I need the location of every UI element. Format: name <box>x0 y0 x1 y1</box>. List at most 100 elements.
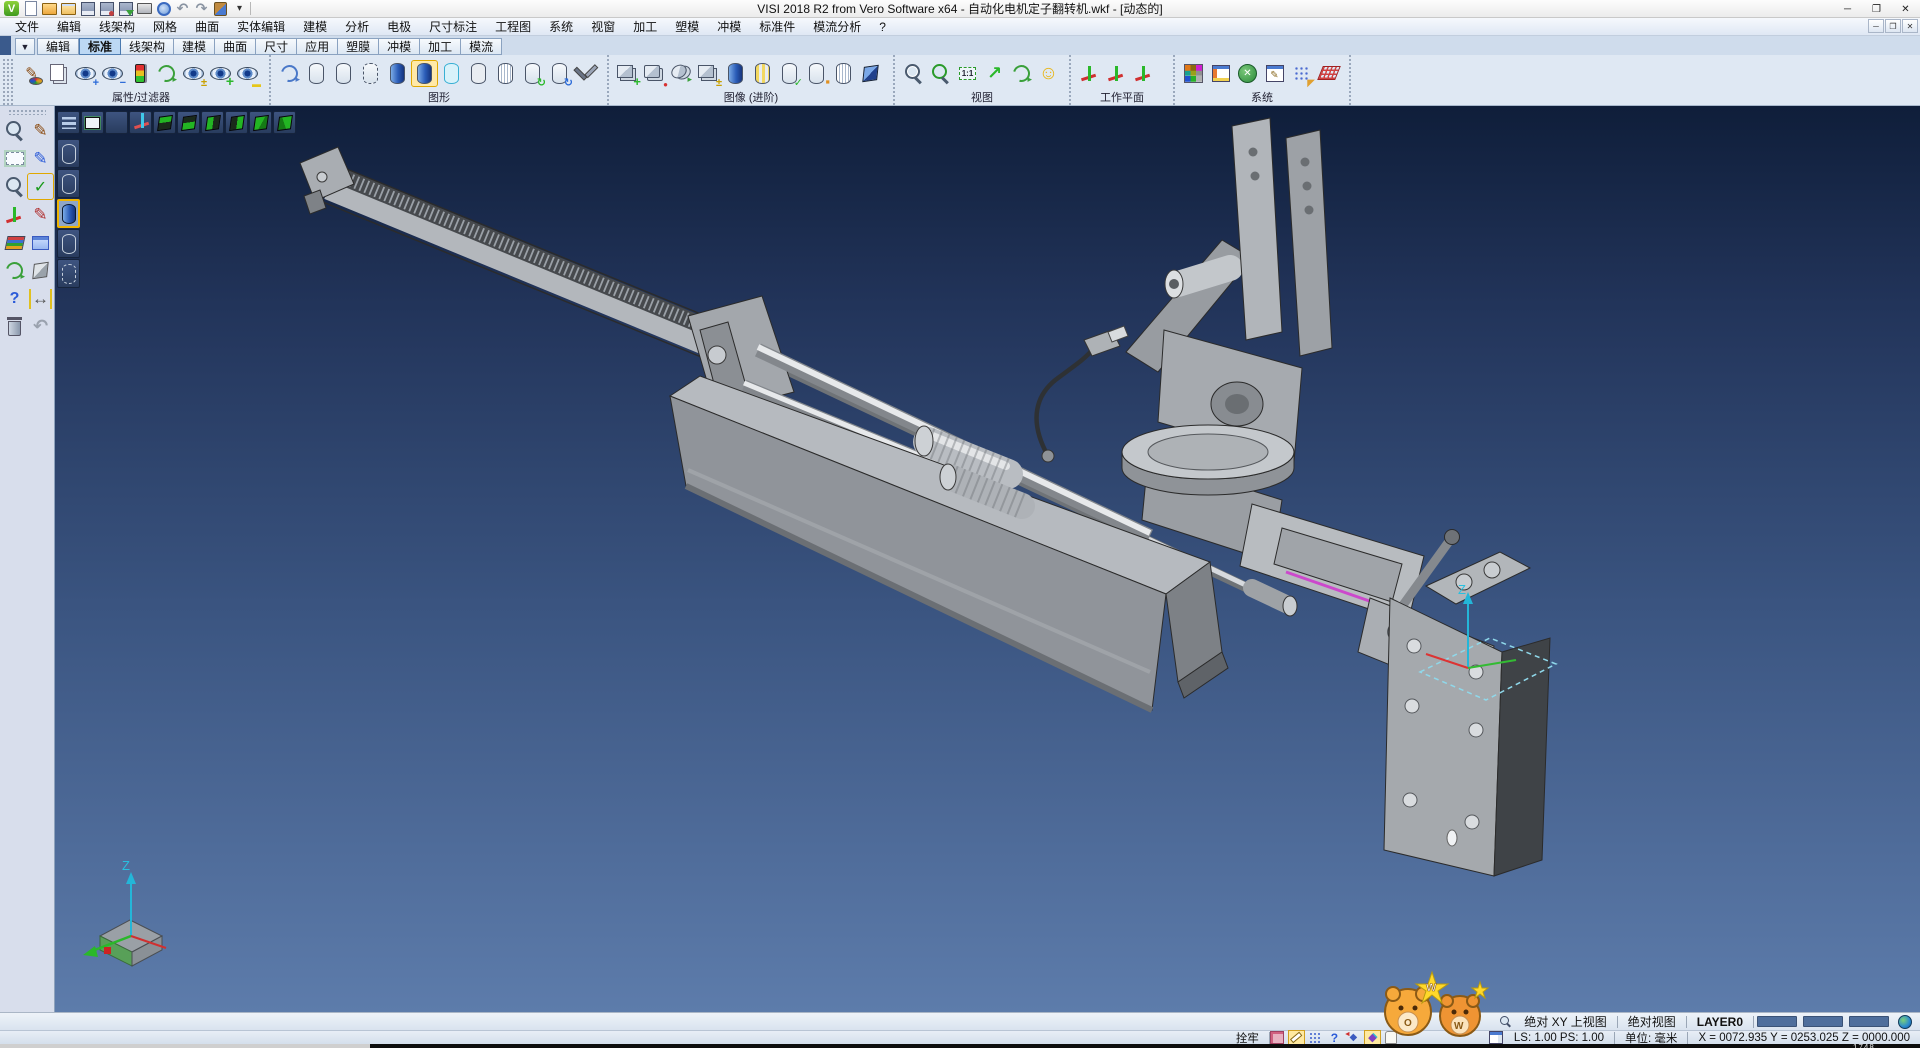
toolbar-tab[interactable]: 标准 <box>79 38 121 55</box>
delete-trash-icon[interactable] <box>2 314 27 339</box>
regen-refresh-icon[interactable] <box>2 258 27 283</box>
menu-item[interactable]: 冲模 <box>708 18 750 36</box>
customize-window-icon[interactable] <box>1262 61 1287 86</box>
undo-arrow-icon[interactable] <box>28 314 53 339</box>
verify-check-cyl-icon[interactable] <box>777 61 802 86</box>
work-grid-icon[interactable] <box>1316 61 1341 86</box>
close-button[interactable]: ✕ <box>1891 0 1920 18</box>
save-copy-icon[interactable] <box>118 1 133 16</box>
search-zoom-icon[interactable] <box>1499 1015 1512 1028</box>
open-file-icon[interactable] <box>42 1 57 16</box>
document-restore-button[interactable]: ❐ <box>1885 19 1901 33</box>
toolbar-tab[interactable]: 编辑 <box>37 38 79 55</box>
solid-view-cube-icon[interactable] <box>858 61 883 86</box>
toolbar-tab[interactable]: 线架构 <box>121 38 174 55</box>
scale-indicator[interactable]: LS: 1.00 PS: 1.00 <box>1504 1032 1614 1044</box>
menu-item[interactable]: 曲面 <box>186 18 228 36</box>
redo-icon[interactable] <box>194 1 209 16</box>
tab-dropdown-button[interactable]: ▼ <box>15 38 35 55</box>
view-top-cube-icon[interactable] <box>153 111 176 134</box>
cpl-left-axis-icon[interactable] <box>2 202 27 227</box>
snap-grid-small-icon[interactable] <box>1308 1031 1323 1044</box>
visi-logo-icon[interactable] <box>4 1 19 16</box>
mesh-cyl-icon[interactable] <box>493 61 518 86</box>
confirm-check-icon[interactable] <box>28 174 53 199</box>
view-back-cube-icon[interactable] <box>225 111 248 134</box>
spline-pencil-icon[interactable] <box>28 202 53 227</box>
toolbar-tab[interactable]: 加工 <box>420 38 461 55</box>
menu-item[interactable]: 分析 <box>336 18 378 36</box>
translucent-cyan-cyl-icon[interactable] <box>439 61 464 86</box>
globe-icon[interactable] <box>1898 1015 1912 1029</box>
select-box-icon[interactable] <box>81 111 104 134</box>
view-shaded-cyl-icon[interactable] <box>57 199 80 228</box>
select-window-icon[interactable] <box>2 146 27 171</box>
layer-indicator[interactable]: LAYER0 <box>1687 1015 1753 1029</box>
view-right-cube-icon[interactable] <box>273 111 296 134</box>
menu-item[interactable]: ? <box>870 18 895 36</box>
menu-item[interactable]: 标准件 <box>750 18 804 36</box>
graphics-viewport[interactable]: Z Z <box>55 106 1920 1012</box>
status-progress-bar[interactable] <box>1849 1016 1889 1027</box>
properties-tag-cyl-icon[interactable] <box>804 61 829 86</box>
rotate-view-refresh-icon[interactable] <box>1009 61 1034 86</box>
measure-icon[interactable] <box>28 286 53 311</box>
zoom-actual-zoom-icon[interactable] <box>955 61 980 86</box>
view-shaded-edges-cyl-icon[interactable] <box>57 229 80 258</box>
view-bottom-cube-icon[interactable] <box>177 111 200 134</box>
view-mode-indicator[interactable]: 绝对 XY 上视图 <box>1514 1013 1616 1030</box>
print-preview-icon[interactable] <box>156 1 171 16</box>
filter-traffic-light-icon[interactable] <box>127 61 152 86</box>
shaded-edges-blue-cyl-icon[interactable] <box>412 61 437 86</box>
hidden-line-cyl-icon[interactable] <box>331 61 356 86</box>
menu-item[interactable]: 模流分析 <box>804 18 870 36</box>
menu-item[interactable]: 网格 <box>144 18 186 36</box>
view-face-eye-icon[interactable] <box>1036 61 1061 86</box>
menu-item[interactable]: 视窗 <box>582 18 624 36</box>
snap-grid-icon[interactable] <box>1289 61 1314 86</box>
undo-icon[interactable] <box>175 1 190 16</box>
render-settings-icon[interactable] <box>574 61 599 86</box>
save-icon[interactable] <box>80 1 95 16</box>
document-minimize-button[interactable]: ─ <box>1868 19 1884 33</box>
context-help-icon[interactable] <box>1327 1031 1342 1044</box>
render-mode-cyl-icon[interactable] <box>547 61 572 86</box>
add-scene-boxes-icon[interactable] <box>615 61 640 86</box>
redraw-refresh-icon[interactable] <box>277 61 302 86</box>
layers-window-icon[interactable] <box>28 230 53 255</box>
status-progress-bar[interactable] <box>1757 1016 1797 1027</box>
hide-all-eye-icon[interactable] <box>235 61 260 86</box>
qat-options-dropdown-icon[interactable] <box>232 1 247 16</box>
copy-attributes-icon[interactable] <box>46 61 71 86</box>
shaded-blue-cyl-icon[interactable] <box>385 61 410 86</box>
show-entities-eye-icon[interactable] <box>73 61 98 86</box>
view-ghost-cyl-icon[interactable] <box>57 259 80 288</box>
menu-item[interactable]: 线架构 <box>90 18 144 36</box>
status-progress-bar[interactable] <box>1803 1016 1843 1027</box>
cpl-define-axis-icon[interactable] <box>1077 61 1102 86</box>
zoom-in-zoom-icon[interactable] <box>901 61 926 86</box>
absolute-view-indicator[interactable]: 绝对视图 <box>1618 1013 1686 1030</box>
color-table-icon[interactable] <box>1181 61 1206 86</box>
system-config-icon[interactable] <box>1208 61 1233 86</box>
curve-pencil-icon[interactable] <box>28 146 53 171</box>
zoom-fly-icon[interactable] <box>105 111 128 134</box>
toolbar-tab[interactable]: 尺寸 <box>256 38 297 55</box>
striped-cyl-icon[interactable] <box>750 61 775 86</box>
plusminus-zoom-icon[interactable] <box>2 174 27 199</box>
file-import-icon[interactable] <box>61 1 76 16</box>
modify-attributes-icon[interactable] <box>19 61 44 86</box>
toolbar-tab[interactable]: 塑膜 <box>338 38 379 55</box>
flat-cyl-icon[interactable] <box>466 61 491 86</box>
help-icon[interactable] <box>2 286 27 311</box>
zoom-extents-arrow-icon[interactable] <box>982 61 1007 86</box>
toolbar-tab[interactable]: 冲模 <box>379 38 420 55</box>
toolbar-tab[interactable]: 模流 <box>461 38 502 55</box>
menu-item[interactable]: 建模 <box>294 18 336 36</box>
document-close-button[interactable]: ✕ <box>1902 19 1918 33</box>
minimize-button[interactable]: ─ <box>1833 0 1862 18</box>
menu-item[interactable]: 电极 <box>378 18 420 36</box>
history-icon[interactable] <box>213 1 228 16</box>
quality-blue-cyl-icon[interactable] <box>723 61 748 86</box>
capture-image-icon[interactable] <box>1270 1031 1285 1044</box>
